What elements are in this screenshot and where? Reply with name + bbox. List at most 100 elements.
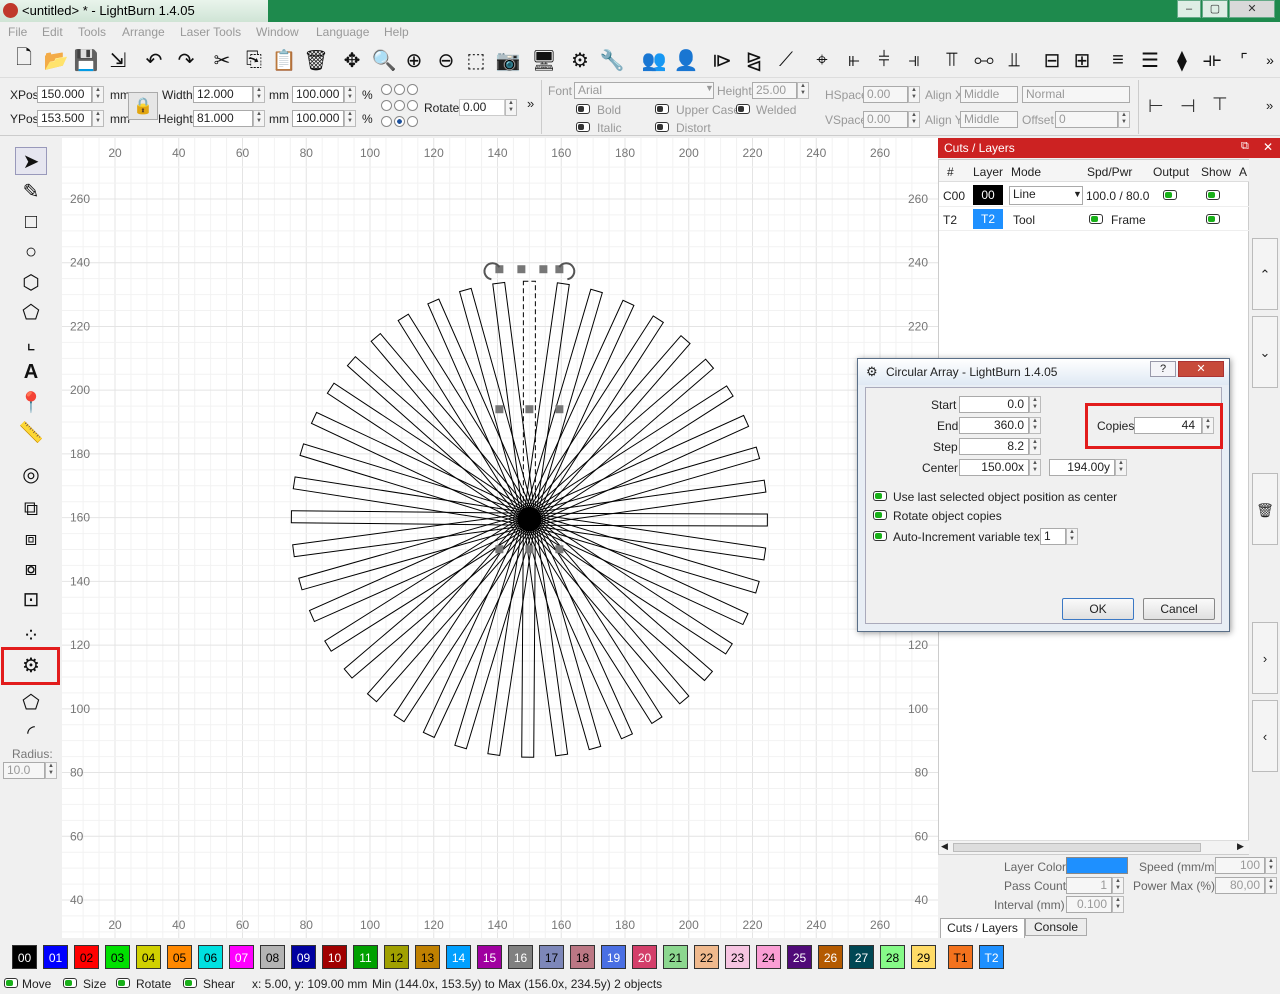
save-icon[interactable]: 💾 xyxy=(72,46,100,74)
mode-select[interactable]: Line xyxy=(1009,186,1083,205)
redo-icon[interactable]: ↷ xyxy=(172,46,200,74)
height-field[interactable]: 81.000 xyxy=(193,110,253,127)
anchor-radio-tr[interactable] xyxy=(407,84,418,95)
rectangle-icon[interactable]: □ xyxy=(15,208,47,236)
menu-edit[interactable]: Edit xyxy=(42,25,63,39)
speed-spinner[interactable]: ▲ ▼ xyxy=(1265,857,1277,874)
text-icon[interactable]: A xyxy=(15,358,47,386)
zoom-out-icon[interactable]: ⊖ xyxy=(432,46,460,74)
palette-swatch-12[interactable]: 12 xyxy=(384,945,409,969)
welded-toggle[interactable] xyxy=(736,104,750,114)
shear-toggle[interactable] xyxy=(183,978,197,988)
align-middle-icon[interactable]: ⧟ xyxy=(970,46,998,74)
polygon-hexagon-icon[interactable]: ⬡ xyxy=(15,268,47,296)
ungroup-icon[interactable]: 👤 xyxy=(672,46,700,74)
selection-handle[interactable] xyxy=(555,545,564,554)
move-layer-down-button[interactable]: ⌄ xyxy=(1252,316,1278,388)
font-dropdown-icon[interactable]: ▼ xyxy=(705,83,714,93)
palette-swatch-14[interactable]: 14 xyxy=(446,945,471,969)
mirror-icon[interactable]: ⧎ xyxy=(740,46,768,74)
font-select[interactable]: Arial xyxy=(574,82,714,99)
distribute-v-icon[interactable]: ⊞ xyxy=(1068,46,1096,74)
array-copy-shape[interactable] xyxy=(308,513,533,623)
corner-radius-icon[interactable]: ◜ xyxy=(15,718,47,746)
palette-swatch-29[interactable]: 29 xyxy=(911,945,936,969)
tab-cuts-layers[interactable]: Cuts / Layers xyxy=(940,918,1025,938)
align-right-icon[interactable]: ⫣ xyxy=(900,46,928,74)
palette-swatch-03[interactable]: 03 xyxy=(105,945,130,969)
palette-swatch-00[interactable]: 00 xyxy=(12,945,37,969)
close-window-button[interactable]: ✕ xyxy=(1229,0,1275,18)
palette-swatch-16[interactable]: 16 xyxy=(508,945,533,969)
scroll-right-icon[interactable]: ▶ xyxy=(1237,841,1244,852)
array-copy-shape[interactable] xyxy=(526,513,749,626)
menu-file[interactable]: File xyxy=(8,25,27,39)
scroll-thumb[interactable] xyxy=(953,843,1201,852)
minimize-button[interactable]: – xyxy=(1177,0,1201,18)
zoom-fit-icon[interactable]: 🔍 xyxy=(370,46,398,74)
palette-swatch-02[interactable]: 02 xyxy=(74,945,99,969)
array-copy-shape[interactable] xyxy=(343,513,534,679)
camera-icon[interactable]: 📷 xyxy=(494,46,522,74)
size-toggle[interactable] xyxy=(63,978,77,988)
palette-swatch-19[interactable]: 19 xyxy=(601,945,626,969)
palette-swatch-08[interactable]: 08 xyxy=(260,945,285,969)
anchor-radio-bl[interactable] xyxy=(381,116,392,127)
xpos-spinner[interactable]: ▲ ▼ xyxy=(92,86,104,103)
font-height-spinner[interactable]: ▲ ▼ xyxy=(797,82,809,99)
ypos-field[interactable]: 153.500 xyxy=(37,110,92,127)
palette-swatch-22[interactable]: 22 xyxy=(694,945,719,969)
anchor-radio-tl[interactable] xyxy=(381,84,392,95)
palette-swatch-28[interactable]: 28 xyxy=(880,945,905,969)
settings-gear-icon[interactable]: ⚙ xyxy=(566,46,594,74)
col-air[interactable]: A xyxy=(1239,165,1247,179)
center-y-field[interactable]: 194.00y xyxy=(1049,459,1115,476)
col-spdpwr[interactable]: Spd/Pwr xyxy=(1087,165,1132,179)
palette-swatch-15[interactable]: 15 xyxy=(477,945,502,969)
open-folder-icon[interactable]: 📂 xyxy=(42,46,70,74)
col-number[interactable]: # xyxy=(947,165,954,179)
paste-icon[interactable]: 📋 xyxy=(270,46,298,74)
width-field[interactable]: 12.000 xyxy=(193,86,253,103)
toolbar-overflow-icon[interactable]: » xyxy=(1256,46,1280,74)
menu-help[interactable]: Help xyxy=(384,25,409,39)
selection-handle[interactable] xyxy=(525,405,534,414)
mirror-line-icon[interactable]: ⟋ xyxy=(772,46,800,74)
tab-console[interactable]: Console xyxy=(1025,918,1087,936)
start-field[interactable]: 0.0 xyxy=(959,396,1029,413)
end-field[interactable]: 360.0 xyxy=(959,417,1029,434)
palette-swatch-25[interactable]: 25 xyxy=(787,945,812,969)
measure-ruler-icon[interactable]: 📏 xyxy=(15,418,47,446)
center-x-field[interactable]: 150.00x xyxy=(959,459,1029,476)
palette-swatch-07[interactable]: 07 xyxy=(229,945,254,969)
vspace-spinner[interactable]: ▲ ▼ xyxy=(908,111,920,128)
import-icon[interactable]: ⇲ xyxy=(104,46,132,74)
vspace-field[interactable]: 0.00 xyxy=(863,111,908,128)
power-max-spinner[interactable]: ▲ ▼ xyxy=(1265,877,1277,894)
align-items-center-icon[interactable]: ⊣ xyxy=(1180,96,1196,117)
palette-swatch-10[interactable]: 10 xyxy=(322,945,347,969)
width-spinner[interactable]: ▲ ▼ xyxy=(253,86,265,103)
align-items-top-icon[interactable]: ⊤ xyxy=(1212,94,1228,115)
ypos-spinner[interactable]: ▲ ▼ xyxy=(92,110,104,127)
props-overflow-icon[interactable]: » xyxy=(527,96,534,111)
selection-handle[interactable] xyxy=(517,265,526,274)
align-center-icon[interactable]: ⫩ xyxy=(870,46,898,74)
auto-increment-spinner[interactable]: ▲ ▼ xyxy=(1066,528,1078,545)
horizontal-scrollbar[interactable]: ◀ ▶ xyxy=(939,840,1249,854)
anchor-radio-mr[interactable] xyxy=(407,100,418,111)
palette-swatch-13[interactable]: 13 xyxy=(415,945,440,969)
move-toggle[interactable] xyxy=(4,978,18,988)
radius-field[interactable]: 10.0 xyxy=(3,762,45,779)
make-same-width-icon[interactable]: ⧫ xyxy=(1168,46,1196,74)
boolean-union-icon[interactable]: ⧈ xyxy=(15,525,47,553)
height-spinner[interactable]: ▲ ▼ xyxy=(253,110,265,127)
monitor-icon[interactable]: 🖥 xyxy=(530,46,558,74)
grid-array-icon[interactable]: ⁘ xyxy=(15,621,47,649)
offset-shapes-icon[interactable]: ◎ xyxy=(15,460,47,488)
palette-swatch-04[interactable]: 04 xyxy=(136,945,161,969)
propbar-overflow-icon[interactable]: » xyxy=(1266,98,1273,113)
center-y-spinner[interactable]: ▲ ▼ xyxy=(1115,459,1127,476)
anchor-radio-ml[interactable] xyxy=(381,100,392,111)
weld-icon[interactable]: ⧉ xyxy=(15,495,47,523)
